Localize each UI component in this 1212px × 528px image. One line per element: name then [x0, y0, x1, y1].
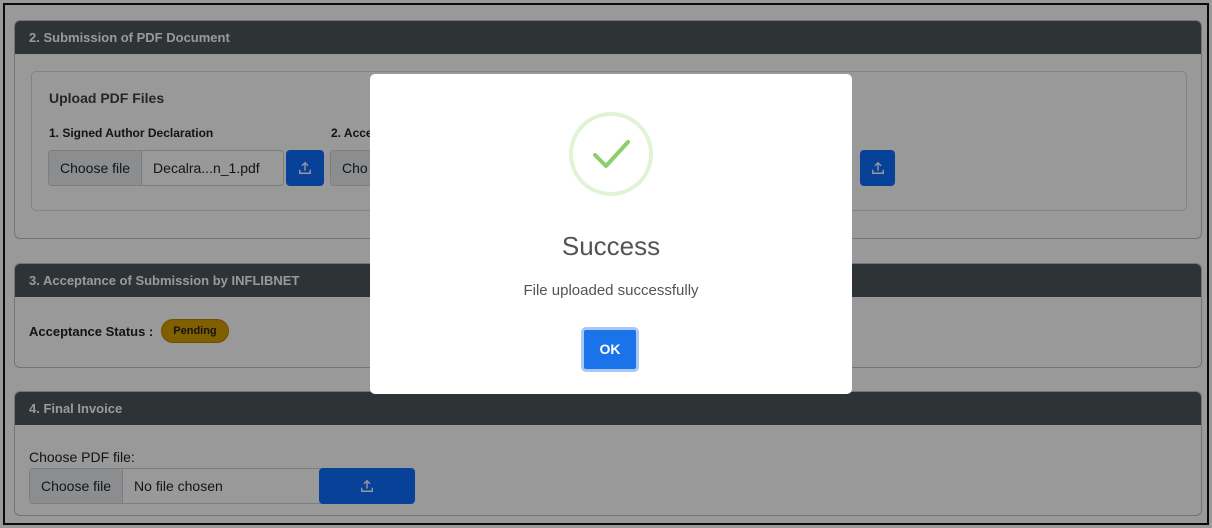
- check-icon: [593, 140, 630, 168]
- success-icon: [569, 112, 653, 196]
- ok-button[interactable]: OK: [581, 327, 639, 372]
- success-dialog: Success File uploaded successfully OK: [370, 74, 852, 394]
- dialog-title: Success: [561, 231, 661, 261]
- dialog-message: File uploaded successfully: [523, 282, 699, 299]
